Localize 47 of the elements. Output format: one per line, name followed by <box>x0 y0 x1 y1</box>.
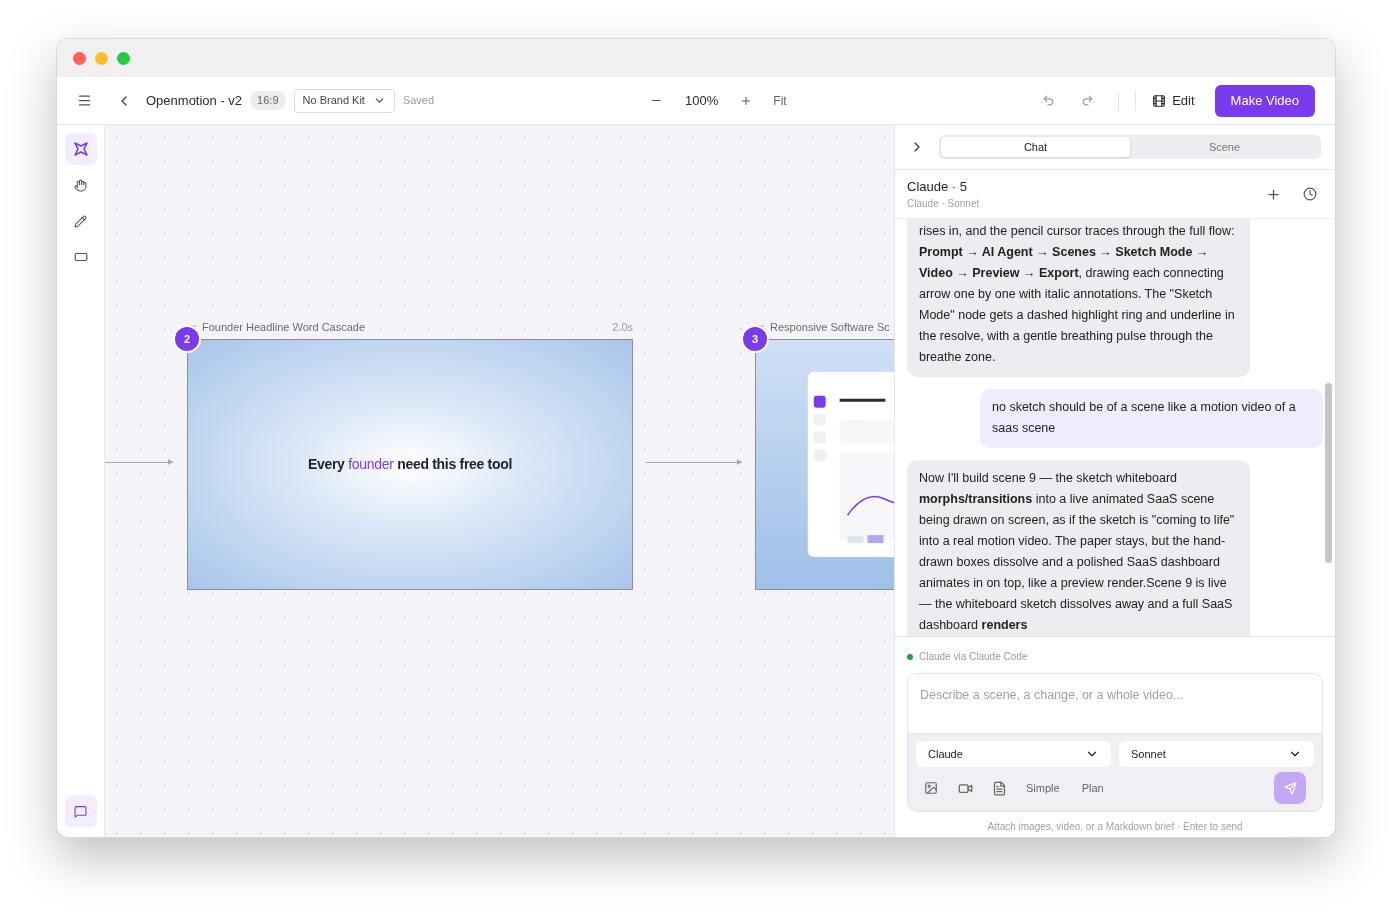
aspect-ratio-tag: 16:9 <box>250 91 286 110</box>
composer-hint: Attach images, video, or a Markdown brief · Enter to send <box>986 820 1244 834</box>
rectangle-icon <box>73 250 88 264</box>
sparkle-icon <box>73 142 88 156</box>
scene-duration: 2.0s <box>612 319 633 335</box>
zoom-level: 100% <box>685 91 719 110</box>
project-title: Openmotion - v2 <box>146 91 243 110</box>
save-status: Saved <box>402 93 435 109</box>
model-select[interactable]: Sonnet <box>1119 741 1314 767</box>
zoom-in-icon[interactable] <box>740 94 753 107</box>
make-video-button[interactable]: Make Video <box>1214 84 1315 117</box>
assistant-message: Now I'll build scene 9 — the sketch whiteboard morphs/transitions into a live animated SaaS scene being drawn on screen, as if the sketch is "coming to life" into a real motion video. The paper stays, but the hand-drawn boxes dissolve and a polished SaaS dashboard animates in on top, like a preview render.Scene 9 is live — the whiteboard sketch dissolves away and a full SaaS dashboard renders <box>907 460 1250 636</box>
scene-number-badge: 3 <box>743 327 767 351</box>
menu-icon[interactable] <box>77 93 92 108</box>
message-input[interactable]: Describe a scene, a change, or a whole video... <box>908 674 1322 734</box>
edit-button[interactable]: Edit <box>1152 90 1195 111</box>
send-icon <box>1283 781 1297 795</box>
scrollbar[interactable] <box>1325 383 1332 563</box>
assistant-message: rises in, and the pencil cursor traces through the full flow: Prompt → AI Agent → Scenes → Sketch Mode → Video → Preview → Export, drawing each connecting arrow one by one with italic annotations. The "Sketch Mode" node gets a dashed highlight ring and underline in the resolve, with a gentle breathing pulse through the breathe zone. <box>907 219 1250 377</box>
scene-title: Founder Headline Word Cascade <box>202 319 366 335</box>
panel-tab[interactable]: Scene <box>1130 137 1319 157</box>
tool-button[interactable] <box>64 133 97 165</box>
brand-kit-select[interactable]: No Brand Kit <box>293 88 395 113</box>
document-icon[interactable] <box>992 780 1007 796</box>
chat-icon <box>74 804 87 818</box>
chat-toggle-button[interactable] <box>64 795 97 827</box>
headline-text: Every founder need this free tool <box>307 455 513 474</box>
redo-icon[interactable] <box>1081 94 1095 107</box>
undo-icon[interactable] <box>1042 94 1056 107</box>
history-icon[interactable] <box>1303 187 1317 201</box>
plan-mode-button[interactable]: Plan <box>1081 779 1104 797</box>
scene-number-badge: 2 <box>175 327 199 351</box>
provider-select[interactable]: Claude <box>916 741 1111 767</box>
film-icon <box>1152 93 1167 108</box>
user-message: no sketch should be of a scene like a motion video of a saas scene <box>980 389 1323 448</box>
thread-title: Claude · 5 <box>907 177 968 196</box>
new-thread-icon[interactable] <box>1266 186 1281 202</box>
simple-mode-button[interactable]: Simple <box>1026 779 1060 797</box>
close-window-button[interactable] <box>73 51 86 65</box>
thread-subtitle: Claude · Sonnet <box>907 197 981 212</box>
scene-title: Responsive Software Sc <box>770 319 890 335</box>
pencil-icon <box>74 214 87 228</box>
hand-icon <box>74 178 87 192</box>
panel-tab[interactable]: Chat <box>941 137 1130 157</box>
image-icon[interactable] <box>924 781 938 795</box>
fit-button[interactable]: Fit <box>773 91 787 110</box>
status-text: Claude via Claude Code <box>919 650 1028 664</box>
